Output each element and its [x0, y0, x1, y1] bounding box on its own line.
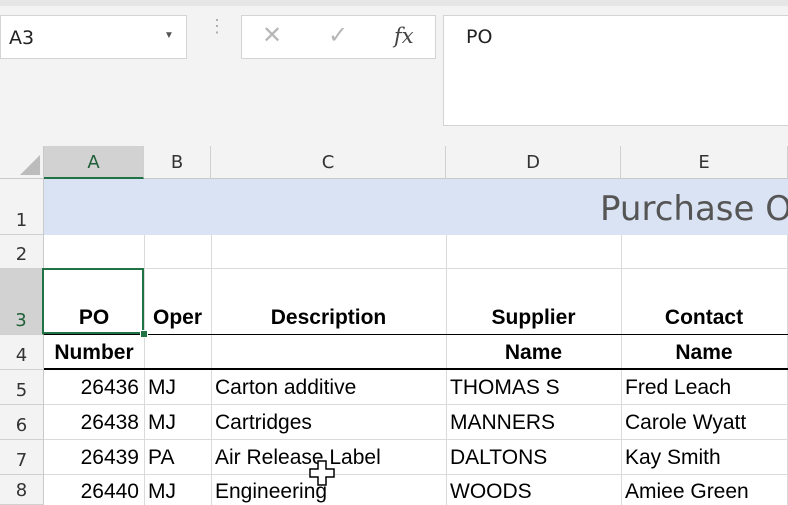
header-contact-name[interactable]: Name	[621, 341, 787, 365]
chevron-down-icon[interactable]: ▼	[164, 30, 174, 41]
grid-line	[44, 268, 788, 269]
row-number: 8	[15, 480, 28, 501]
drag-handle-icon[interactable]: ⋮	[208, 17, 226, 35]
column-header-e[interactable]: E	[621, 146, 788, 179]
select-all-button[interactable]	[0, 146, 44, 179]
cell-description[interactable]: Air Release Label	[215, 446, 381, 470]
cell-description[interactable]: Carton additive	[215, 376, 356, 400]
row-header-4[interactable]: 4	[0, 335, 44, 370]
row-number: 7	[15, 450, 28, 471]
row-number: 3	[15, 310, 27, 331]
select-all-triangle-icon	[20, 155, 40, 175]
row-header-1[interactable]: 1	[0, 179, 44, 235]
row-header-7[interactable]: 7	[0, 440, 44, 475]
active-cell-outline	[42, 268, 144, 334]
close-icon[interactable]: ✕	[262, 21, 282, 50]
grid-line	[44, 439, 788, 440]
name-box-value: A3	[9, 27, 35, 49]
header-number[interactable]: Number	[44, 341, 144, 365]
cell-po[interactable]: 26440	[44, 480, 139, 504]
cell-supplier[interactable]: THOMAS S	[450, 376, 560, 400]
row-header-3[interactable]: 3	[0, 269, 44, 335]
row-header-6[interactable]: 6	[0, 405, 44, 440]
cell-oper[interactable]: MJ	[148, 376, 176, 400]
grid-line	[44, 404, 788, 405]
header-oper[interactable]: Oper	[144, 306, 211, 330]
formula-buttons: ✕ ✓ fx	[241, 15, 436, 59]
cell-grid[interactable]: Purchase O PO Oper Description Supplier …	[44, 179, 788, 505]
row-number: 5	[15, 380, 28, 401]
row-number: 4	[15, 345, 28, 366]
header-divider	[44, 334, 788, 335]
row-header-8[interactable]: 8	[0, 475, 44, 505]
column-header-a[interactable]: A	[44, 146, 144, 179]
row-number: 1	[15, 210, 28, 231]
column-header-d[interactable]: D	[446, 146, 621, 179]
formula-input[interactable]: PO	[443, 15, 788, 126]
grid-line	[144, 235, 145, 505]
checkmark-icon[interactable]: ✓	[328, 21, 348, 50]
header-contact[interactable]: Contact	[621, 306, 787, 330]
row-number: 2	[15, 244, 28, 265]
cell-contact[interactable]: Fred Leach	[625, 376, 731, 400]
column-header-c[interactable]: C	[211, 146, 446, 179]
cell-po[interactable]: 26439	[44, 446, 139, 470]
title-banner: Purchase O	[44, 179, 788, 235]
sheet-title: Purchase O	[600, 189, 788, 229]
cell-contact[interactable]: Carole Wyatt	[625, 411, 746, 435]
formula-value: PO	[466, 26, 493, 48]
row-number: 6	[15, 415, 28, 436]
cell-supplier[interactable]: DALTONS	[450, 446, 547, 470]
cell-supplier[interactable]: WOODS	[450, 480, 532, 504]
name-box[interactable]: A3 ▼	[0, 15, 187, 59]
row-header-5[interactable]: 5	[0, 370, 44, 405]
cell-po[interactable]: 26438	[44, 411, 139, 435]
header-supplier[interactable]: Supplier	[446, 306, 621, 330]
row-header-2[interactable]: 2	[0, 235, 44, 269]
cell-oper[interactable]: MJ	[148, 411, 176, 435]
grid-line	[621, 235, 622, 505]
header-supplier-name[interactable]: Name	[446, 341, 621, 365]
header-bottom-border	[44, 368, 788, 370]
cell-description[interactable]: Cartridges	[215, 411, 312, 435]
grid-line	[44, 474, 788, 475]
fill-handle[interactable]	[140, 330, 148, 338]
column-header-b[interactable]: B	[144, 146, 211, 179]
function-icon[interactable]: fx	[394, 24, 414, 48]
cell-oper[interactable]: MJ	[148, 480, 176, 504]
cell-cursor-icon	[309, 460, 335, 486]
grid-line	[211, 235, 212, 505]
cell-contact[interactable]: Kay Smith	[625, 446, 721, 470]
cell-supplier[interactable]: MANNERS	[450, 411, 555, 435]
cell-oper[interactable]: PA	[148, 446, 174, 470]
grid-line	[446, 235, 447, 505]
header-description[interactable]: Description	[211, 306, 446, 330]
cell-contact[interactable]: Amiee Green	[625, 480, 749, 504]
cell-po[interactable]: 26436	[44, 376, 139, 400]
